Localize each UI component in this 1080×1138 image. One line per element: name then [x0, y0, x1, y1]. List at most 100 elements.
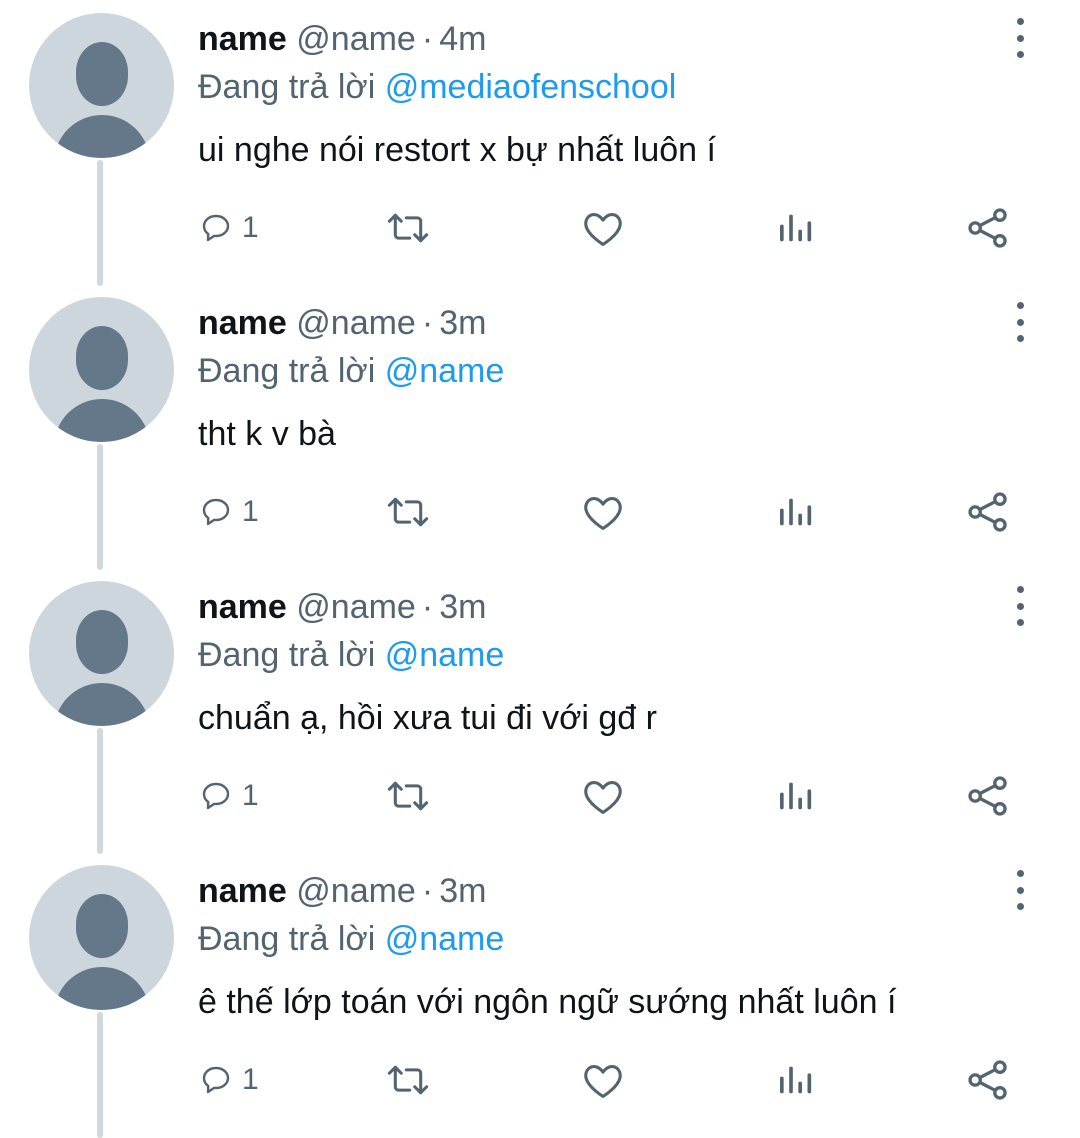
reply-count: 1 [242, 1063, 259, 1096]
tweet-text: chuẩn ạ, hồi xưa tui đi với gđ r [198, 699, 657, 737]
reply-count: 1 [242, 779, 259, 812]
reply-button[interactable]: 1 [200, 1052, 259, 1108]
speech-bubble-icon [202, 214, 230, 242]
more-options-button[interactable] [1006, 586, 1034, 626]
mention-link[interactable]: @name [385, 920, 505, 958]
mention-link[interactable]: @name [385, 636, 505, 674]
heart-icon [584, 780, 622, 814]
bar-chart-icon [780, 1066, 812, 1094]
avatar[interactable] [29, 581, 174, 726]
separator-dot: · [421, 588, 434, 626]
views-button[interactable] [775, 1052, 815, 1108]
avatar[interactable] [29, 297, 174, 442]
retweet-button[interactable] [386, 1052, 430, 1108]
like-button[interactable] [582, 200, 624, 256]
tweet-time[interactable]: 3m [439, 304, 486, 342]
retweet-button[interactable] [386, 768, 430, 824]
mention-link[interactable]: @mediaofenschool [385, 68, 677, 106]
replying-to-line: Đang trả lời @name [198, 350, 504, 392]
reply-count: 1 [242, 495, 259, 528]
author-name[interactable]: name [198, 304, 287, 342]
reply-thread: name @name · 4m Đang trả lời @mediaofensch… [0, 0, 1080, 1138]
author-handle[interactable]: @name [296, 872, 416, 910]
tweet-time[interactable]: 3m [439, 872, 486, 910]
views-button[interactable] [775, 768, 815, 824]
share-icon [968, 776, 1007, 816]
share-button[interactable] [966, 484, 1010, 540]
tweet-text: ui nghe nói restort x bự nhất luôn í [198, 131, 716, 169]
retweet-button[interactable] [386, 484, 430, 540]
speech-bubble-icon [202, 782, 230, 810]
tweet[interactable]: name @name · 3m Đang trả lời @name tht k v… [0, 284, 1080, 570]
separator-dot: · [421, 304, 434, 342]
heart-icon [584, 496, 622, 530]
bar-chart-icon [780, 214, 812, 242]
heart-icon [584, 1064, 622, 1098]
three-dots-vertical-icon [1016, 18, 1024, 25]
views-button[interactable] [775, 484, 815, 540]
action-bar: 1 [0, 200, 1080, 260]
avatar[interactable] [29, 13, 174, 158]
three-dots-vertical-icon [1016, 586, 1024, 593]
author-name[interactable]: name [198, 872, 287, 910]
three-dots-vertical-icon [1016, 870, 1024, 877]
like-button[interactable] [582, 484, 624, 540]
mention-link[interactable]: @name [385, 352, 505, 390]
author-handle[interactable]: @name [296, 588, 416, 626]
reply-button[interactable]: 1 [200, 484, 259, 540]
reply-button[interactable]: 1 [200, 200, 259, 256]
default-avatar-icon [76, 610, 128, 674]
replying-to-line: Đang trả lời @mediaofenschool [198, 66, 676, 108]
more-options-button[interactable] [1006, 870, 1034, 910]
share-button[interactable] [966, 768, 1010, 824]
tweet[interactable]: name @name · 3m Đang trả lời @name chuẩn ạ… [0, 568, 1080, 854]
replying-to-line: Đang trả lời @name [198, 918, 504, 960]
author-name[interactable]: name [198, 588, 287, 626]
three-dots-vertical-icon [1016, 302, 1024, 309]
speech-bubble-icon [202, 1066, 230, 1094]
bar-chart-icon [780, 498, 812, 526]
like-button[interactable] [582, 1052, 624, 1108]
more-options-button[interactable] [1006, 302, 1034, 342]
reply-count: 1 [242, 211, 259, 244]
bar-chart-icon [780, 782, 812, 810]
action-bar: 1 [0, 1052, 1080, 1112]
heart-icon [584, 212, 622, 246]
tweet-header: name @name · 3m [198, 870, 486, 912]
replying-to-label: Đang trả lời [198, 352, 376, 390]
tweet-header: name @name · 4m [198, 18, 486, 60]
tweet-header: name @name · 3m [198, 586, 486, 628]
replying-to-line: Đang trả lời @name [198, 634, 504, 676]
share-button[interactable] [966, 1052, 1010, 1108]
replying-to-label: Đang trả lời [198, 636, 376, 674]
tweet-time[interactable]: 4m [439, 20, 486, 58]
tweet[interactable]: name @name · 4m Đang trả lời @mediaofensch… [0, 0, 1080, 286]
author-handle[interactable]: @name [296, 20, 416, 58]
tweet[interactable]: name @name · 3m Đang trả lời @name ê thế l… [0, 852, 1080, 1138]
retweet-icon [387, 497, 429, 527]
default-avatar-icon [76, 894, 128, 958]
share-button[interactable] [966, 200, 1010, 256]
tweet-text: ê thế lớp toán với ngôn ngữ sướng nhất l… [198, 983, 897, 1021]
retweet-icon [387, 781, 429, 811]
share-icon [968, 1060, 1007, 1100]
retweet-icon [387, 1065, 429, 1095]
tweet-time[interactable]: 3m [439, 588, 486, 626]
share-icon [968, 492, 1007, 532]
author-handle[interactable]: @name [296, 304, 416, 342]
retweet-button[interactable] [386, 200, 430, 256]
default-avatar-icon [76, 42, 128, 106]
action-bar: 1 [0, 484, 1080, 544]
reply-button[interactable]: 1 [200, 768, 259, 824]
tweet-header: name @name · 3m [198, 302, 486, 344]
avatar[interactable] [29, 865, 174, 1010]
replying-to-label: Đang trả lời [198, 920, 376, 958]
action-bar: 1 [0, 768, 1080, 828]
retweet-icon [387, 213, 429, 243]
views-button[interactable] [775, 200, 815, 256]
speech-bubble-icon [202, 498, 230, 526]
like-button[interactable] [582, 768, 624, 824]
author-name[interactable]: name [198, 20, 287, 58]
default-avatar-icon [76, 326, 128, 390]
more-options-button[interactable] [1006, 18, 1034, 58]
